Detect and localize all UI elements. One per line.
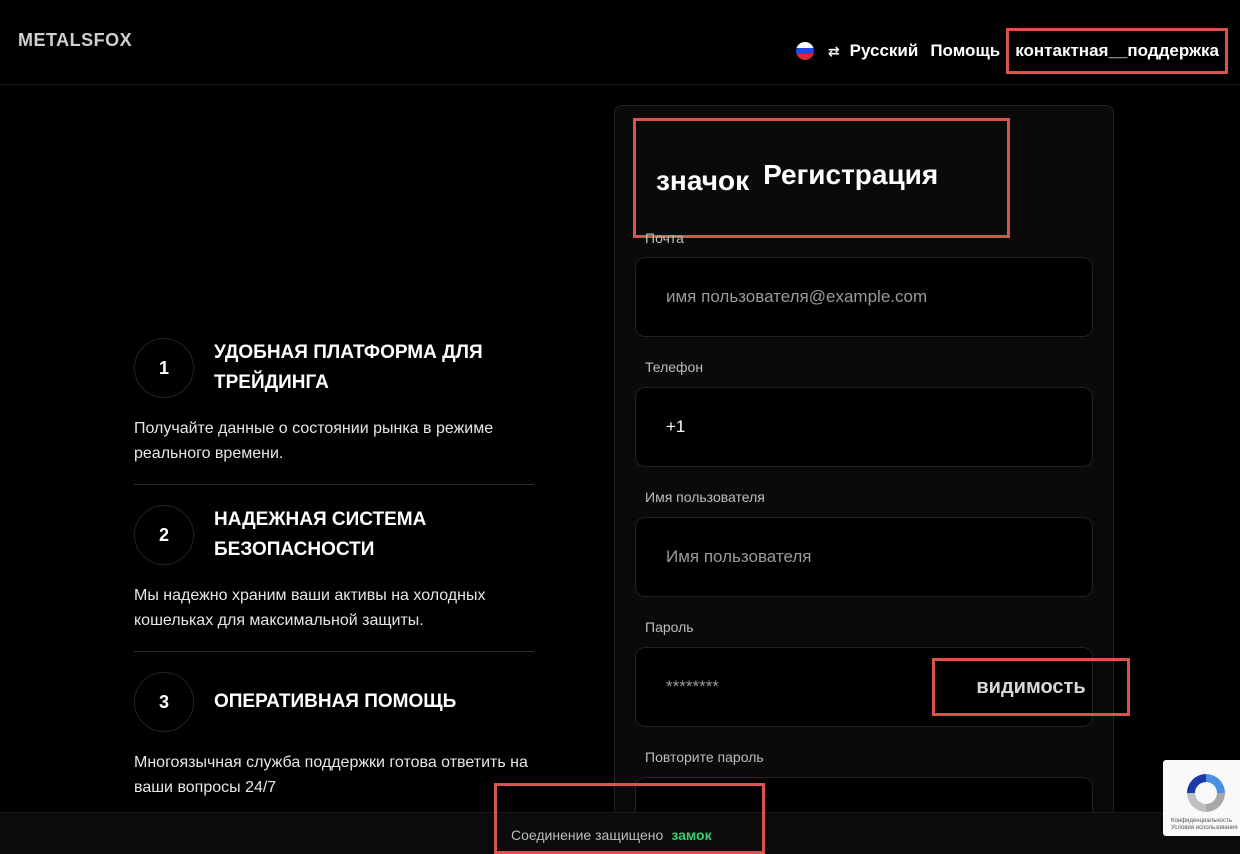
- feature-title: ОПЕРАТИВНАЯ ПОМОЩЬ: [214, 691, 457, 712]
- divider: [134, 651, 534, 652]
- password-field-box: видимость: [635, 647, 1130, 727]
- email-label: Почта: [645, 230, 684, 246]
- lock-icon: замок: [671, 827, 712, 843]
- email-field-box: [635, 257, 1093, 337]
- language-selector[interactable]: Русский: [850, 41, 919, 61]
- email-field[interactable]: [636, 258, 1092, 336]
- feature-title: НАДЕЖНАЯ СИСТЕМА БЕЗОПАСНОСТИ: [214, 509, 427, 560]
- recaptcha-icon: [1187, 774, 1225, 812]
- feature-number: 2: [134, 505, 194, 565]
- contact-support-link[interactable]: контактная__поддержка: [1006, 28, 1228, 74]
- form-icon-label: значок: [656, 165, 750, 196]
- feature-item: 3 ОПЕРАТИВНАЯ ПОМОЩЬ Многоязычная служба…: [134, 664, 534, 800]
- feature-title: УДОБНАЯ ПЛАТФОРМА ДЛЯ ТРЕЙДИНГА: [214, 342, 483, 393]
- feature-list: 1 УДОБНАЯ ПЛАТФОРМА ДЛЯ ТРЕЙДИНГА Получа…: [134, 330, 534, 800]
- secure-connection-indicator: Соединение защищено замок: [494, 783, 765, 854]
- feature-number: 3: [134, 672, 194, 732]
- password-visibility-toggle[interactable]: видимость: [932, 658, 1130, 716]
- feature-description: Многоязычная служба поддержки готова отв…: [134, 754, 528, 796]
- recaptcha-privacy-link[interactable]: Конфиденциальность: [1171, 818, 1238, 825]
- swap-arrows-icon: ⇄: [827, 42, 840, 59]
- form-title: Регистрация: [763, 159, 939, 190]
- recaptcha-legal: Конфиденциальность Условия использования: [1171, 818, 1238, 832]
- registration-form: значок Регистрация Почта Телефон Имя пол…: [614, 105, 1130, 854]
- username-field-box: [635, 517, 1093, 597]
- username-field[interactable]: [636, 518, 1092, 596]
- username-label: Имя пользователя: [645, 489, 765, 505]
- secure-connection-text: Соединение защищено: [511, 827, 664, 843]
- feature-description: Мы надежно храним ваши активы на холодны…: [134, 587, 486, 629]
- help-link[interactable]: Помощь: [930, 41, 1000, 61]
- repeat-password-label: Повторите пароль: [645, 749, 764, 765]
- feature-number: 1: [134, 338, 194, 398]
- phone-field[interactable]: [636, 388, 1092, 466]
- phone-field-box: [635, 387, 1093, 467]
- recaptcha-terms-link[interactable]: Условия использования: [1171, 825, 1238, 832]
- divider: [134, 484, 534, 485]
- password-label: Пароль: [645, 619, 694, 635]
- top-bar: METALSFOX ⇄ Русский Помощь контактная__п…: [0, 0, 1240, 85]
- phone-label: Телефон: [645, 359, 704, 375]
- site-logo[interactable]: METALSFOX: [18, 30, 132, 51]
- feature-item: 1 УДОБНАЯ ПЛАТФОРМА ДЛЯ ТРЕЙДИНГА Получа…: [134, 330, 534, 485]
- top-nav: ⇄ Русский Помощь контактная__поддержка: [795, 28, 1228, 74]
- form-header: значок Регистрация: [633, 118, 1010, 238]
- russia-flag-icon: [795, 42, 814, 60]
- feature-description: Получайте данные о состоянии рынка в реж…: [134, 420, 494, 462]
- feature-item: 2 НАДЕЖНАЯ СИСТЕМА БЕЗОПАСНОСТИ Мы надеж…: [134, 497, 534, 652]
- recaptcha-badge[interactable]: Конфиденциальность Условия использования: [1163, 760, 1240, 836]
